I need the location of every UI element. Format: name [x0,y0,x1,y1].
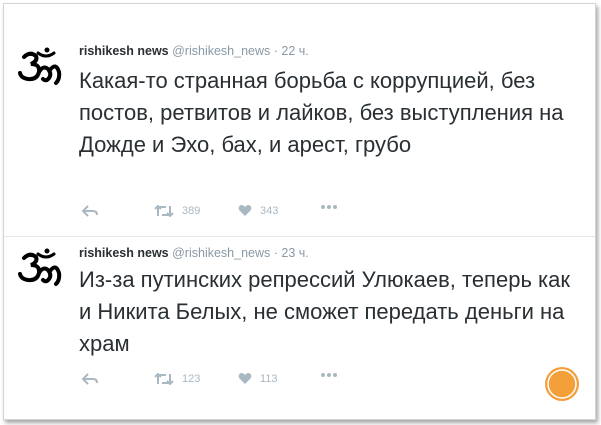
tweet-card: rishikesh news @rishikesh_news · 22 ч. К… [4,4,595,237]
reply-icon [82,373,98,385]
timestamp[interactable]: 22 ч. [281,44,308,58]
reply-button[interactable] [82,204,98,218]
tweet-text: Какая-то странная борьба с коррупцией, б… [79,68,564,157]
tweet-header: rishikesh news @rishikesh_news · 23 ч. [79,246,309,260]
avatar[interactable] [16,248,62,288]
author-handle[interactable]: @rishikesh_news [172,44,270,58]
more-dots-icon [321,373,337,377]
tweet-card: rishikesh news @rishikesh_news · 23 ч. И… [4,236,595,421]
author-handle[interactable]: @rishikesh_news [172,246,270,260]
retweet-button[interactable]: 389 [154,204,200,218]
separator: · [273,246,278,260]
separator: · [273,44,278,58]
reply-icon [82,205,98,217]
more-dots-icon [321,205,337,209]
retweet-icon [154,372,174,386]
more-button[interactable] [320,204,338,210]
timestamp[interactable]: 23 ч. [281,246,308,260]
retweet-button[interactable]: 123 [154,372,200,386]
retweet-count: 123 [182,373,201,385]
heart-icon [238,373,252,384]
more-button[interactable] [320,372,338,378]
like-button[interactable]: 343 [238,204,278,217]
like-button[interactable]: 113 [238,372,278,385]
reply-button[interactable] [82,372,98,386]
retweet-count: 389 [182,205,201,217]
om-symbol-icon [18,248,62,286]
like-count: 343 [260,204,279,217]
tweet-actions: 123 113 [82,372,382,392]
retweet-icon [154,204,174,218]
tweet-header: rishikesh news @rishikesh_news · 22 ч. [79,44,309,58]
author-name[interactable]: rishikesh news [79,44,169,58]
tweet-text: Из-за путинских репрессий Улюкаев, тепер… [79,267,570,356]
tweet-actions: 389 343 [82,204,382,224]
om-symbol-icon [18,47,62,85]
like-count: 113 [260,372,278,385]
heart-icon [238,205,252,216]
watermark-logo [545,367,579,401]
tweet-screenshot-frame: rishikesh news @rishikesh_news · 22 ч. К… [3,3,596,420]
author-name[interactable]: rishikesh news [79,246,169,260]
avatar[interactable] [16,47,62,87]
